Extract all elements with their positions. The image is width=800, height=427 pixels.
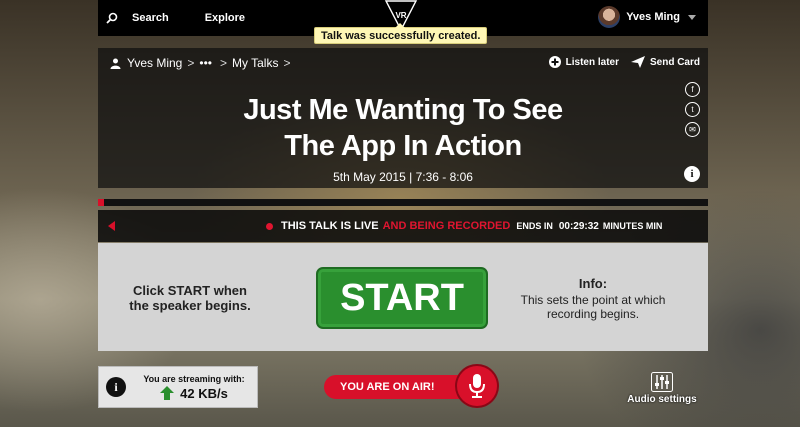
send-card-button[interactable]: Send Card <box>630 56 700 68</box>
plus-circle-icon <box>548 56 561 68</box>
audio-settings-label: Audio settings <box>627 394 697 405</box>
header-actions: Listen later Send Card <box>537 56 700 68</box>
avatar[interactable] <box>598 6 621 28</box>
user-menu[interactable]: Yves Ming <box>598 6 696 28</box>
send-icon <box>630 56 645 68</box>
start-hint: Click START when the speaker begins. <box>129 283 251 313</box>
success-toast: Talk was successfully created. <box>314 23 488 44</box>
twitter-icon[interactable]: t <box>685 102 700 117</box>
up-arrow-icon <box>160 386 175 400</box>
start-info-text: This sets the point at which recording b… <box>520 293 666 321</box>
stream-value: 42 KB/s <box>180 385 228 401</box>
talk-title-line-1: Just Me Wanting To See <box>243 94 563 126</box>
audio-settings-button[interactable]: Audio settings <box>626 372 698 405</box>
on-air-label: YOU ARE ON AIR! <box>324 375 464 399</box>
back-arrow-icon[interactable] <box>108 221 115 231</box>
listen-later-label: Listen later <box>565 56 619 68</box>
info-icon[interactable]: i <box>684 166 700 182</box>
breadcrumb: Yves Ming > ••• > My Talks > <box>110 56 295 70</box>
nav-explore[interactable]: Explore <box>205 12 245 24</box>
breadcrumb-separator-2: > <box>219 56 227 70</box>
recording-progress <box>98 199 708 206</box>
top-nav: Search Explore <box>98 12 245 24</box>
social-share: f t ✉ <box>685 82 700 142</box>
person-icon <box>110 58 121 69</box>
breadcrumb-separator: > <box>187 56 195 70</box>
user-name[interactable]: Yves Ming <box>626 11 680 23</box>
microphone-button[interactable] <box>457 366 497 406</box>
countdown-timer: 00:29:32 <box>558 220 599 232</box>
recording-status-text: AND BEING RECORDED <box>382 220 511 232</box>
send-card-label: Send Card <box>649 56 700 68</box>
stream-rate: 42 KB/s <box>134 386 254 401</box>
nav-search[interactable]: Search <box>132 12 169 24</box>
logo-text: VR <box>395 11 407 20</box>
talk-header: Yves Ming > ••• > My Talks > Listen late… <box>98 48 708 188</box>
breadcrumb-user[interactable]: Yves Ming <box>127 56 182 70</box>
breadcrumb-section[interactable]: My Talks <box>232 56 278 70</box>
listen-later-button[interactable]: Listen later <box>548 56 619 68</box>
minutes-label: MINUTES MIN <box>602 221 663 231</box>
email-icon[interactable]: ✉ <box>685 122 700 137</box>
talk-date: 5th May 2015 | 7:36 - 8:06 <box>333 170 473 184</box>
stream-label: You are streaming with: <box>143 373 245 384</box>
sliders-icon <box>651 372 673 392</box>
microphone-icon <box>469 374 485 398</box>
search-icon[interactable] <box>106 12 118 24</box>
facebook-icon[interactable]: f <box>685 82 700 97</box>
live-status: THIS TALK IS LIVE AND BEING RECORDED END… <box>266 220 662 232</box>
start-info-heading: Info: <box>578 276 608 291</box>
start-button[interactable]: START <box>316 267 488 329</box>
live-status-bar: THIS TALK IS LIVE AND BEING RECORDED END… <box>98 210 708 242</box>
ends-in-label: ENDS IN <box>516 221 553 231</box>
live-dot-icon <box>266 222 273 230</box>
start-info: Info: This sets the point at which recor… <box>513 276 673 321</box>
breadcrumb-separator-3: > <box>283 56 291 70</box>
talk-title-line-2: The App In Action <box>284 130 522 162</box>
talk-title: Just Me Wanting To See The App In Action <box>98 92 708 164</box>
stream-text: You are streaming with: 42 KB/s <box>134 374 254 401</box>
recording-progress-fill <box>98 199 105 206</box>
breadcrumb-ellipsis[interactable]: ••• <box>199 56 212 70</box>
stream-info-icon[interactable]: i <box>106 377 126 397</box>
stream-rate-box: i You are streaming with: 42 KB/s <box>98 366 258 408</box>
chevron-down-icon[interactable] <box>688 14 696 20</box>
start-panel: Click START when the speaker begins. STA… <box>98 243 708 351</box>
live-status-text: THIS TALK IS LIVE <box>281 220 379 232</box>
